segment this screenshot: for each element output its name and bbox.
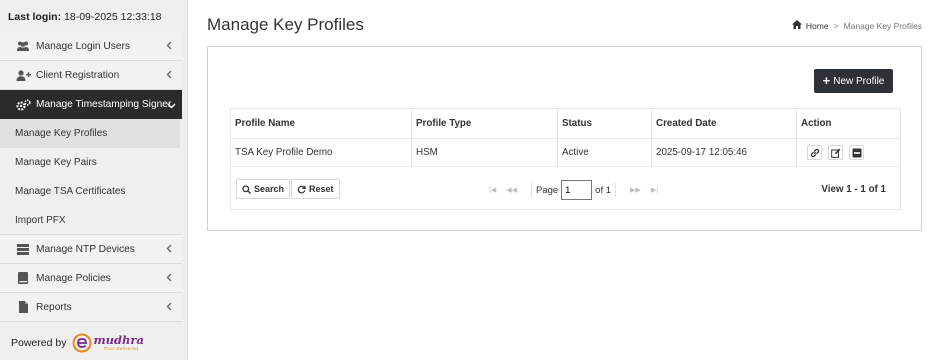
first-page-icon[interactable]: |◀ [489,186,496,194]
sidebar-subitem-manage-key-profiles[interactable]: Manage Key Profiles [0,119,180,148]
search-button[interactable]: Search [236,179,291,199]
page-title: Manage Key Profiles [207,15,364,34]
sidebar-item-client-registration[interactable]: Client Registration [0,61,182,90]
records-info: View 1 - 1 of 1 [821,184,886,195]
cell-status: Active [562,147,589,158]
sidebar-subitem-manage-tsa-certificates[interactable]: Manage TSA Certificates [0,177,182,206]
column-header-created-date[interactable]: Created Date [652,109,716,138]
refresh-icon [297,185,306,193]
last-login-value: 18-09-2025 12:33:18 [64,11,162,23]
powered-by: Powered by mudhra Trust Delivered [11,333,144,353]
new-profile-button[interactable]: + New Profile [814,69,893,93]
reset-button[interactable]: Reset [291,179,340,199]
sidebar-item-label: Manage Policies [36,272,111,284]
page-label: Page [535,184,559,196]
last-login-label: Last login: [8,11,62,23]
search-icon [242,184,251,194]
chevron-left-icon [166,70,172,82]
profiles-table: Profile Name Profile Type Status Created… [230,108,901,210]
sidebar-item-reports[interactable]: Reports [0,293,182,322]
sidebar-item-manage-login-users[interactable]: Manage Login Users [0,32,182,61]
sidebar: Last login: 18-09-2025 12:33:18 Manage L… [0,0,188,360]
sidebar-subitem-manage-key-pairs[interactable]: Manage Key Pairs [0,148,182,177]
breadcrumb-home-link[interactable]: Home [806,21,829,31]
sidebar-item-manage-ntp-devices[interactable]: Manage NTP Devices [0,235,182,264]
edit-icon[interactable] [828,145,843,160]
last-login: Last login: 18-09-2025 12:33:18 [8,11,162,23]
breadcrumb-current: Manage Key Profiles [843,20,922,31]
home-icon [791,20,802,31]
last-page-icon[interactable]: ▶| [651,186,658,194]
column-header-profile-type[interactable]: Profile Type [412,109,471,138]
powered-by-label: Powered by [11,337,67,349]
column-header-status[interactable]: Status [558,109,592,138]
chevron-left-icon [166,41,172,53]
users-icon [15,41,31,51]
reset-label: Reset [309,184,334,194]
emudhra-logo: mudhra Trust Delivered [72,333,144,353]
emudhra-e-icon [72,333,92,353]
column-header-action: Action [801,118,832,129]
sidebar-item-label: Reports [36,301,72,313]
sidebar-item-manage-timestamping-signer[interactable]: Manage Timestamping Signer [0,90,182,119]
sidebar-nav: Manage Login Users Client Registration M… [0,32,182,322]
server-icon [15,243,31,255]
book-icon [15,272,31,284]
sidebar-item-label: Manage Timestamping Signer [36,99,172,110]
cell-created-date: 2025-09-17 12:05:46 [656,147,747,158]
chevron-down-icon [167,101,176,112]
sidebar-item-label: Manage NTP Devices [36,243,135,255]
cell-profile-name: TSA Key Profile Demo [235,147,333,158]
plus-icon: + [822,73,831,88]
link-icon[interactable] [807,145,822,160]
cell-profile-type: HSM [416,147,438,158]
sidebar-item-label: Manage Login Users [36,40,131,52]
column-header-profile-name[interactable]: Profile Name [231,109,295,138]
table-footer: Search Reset |◀ ◀◀ Page of 1 ▶▶ ▶| View … [231,167,900,209]
logo-text: mudhra [93,333,144,347]
breadcrumb: Home > Manage Key Profiles [791,20,922,31]
prev-page-icon[interactable]: ◀◀ [506,186,517,194]
page-number-input[interactable] [561,180,593,200]
next-page-icon[interactable]: ▶▶ [630,186,641,194]
table-row[interactable]: TSA Key Profile Demo HSM Active 2025-09-… [231,139,900,167]
content-panel: + New Profile Profile Name Profile Type … [207,46,922,231]
sidebar-subitem-import-pfx[interactable]: Import PFX [0,206,182,235]
logo-tagline: Trust Delivered [103,346,139,351]
breadcrumb-separator: > [833,20,839,31]
pagination: |◀ ◀◀ Page of 1 ▶▶ ▶| [479,179,668,201]
disable-icon[interactable] [849,145,864,160]
sidebar-item-manage-policies[interactable]: Manage Policies [0,264,182,293]
chevron-left-icon [166,244,172,256]
cell-actions [803,139,864,166]
page-of-label: of 1 [595,184,612,196]
table-header: Profile Name Profile Type Status Created… [231,109,900,139]
cogs-icon [15,98,31,111]
chevron-left-icon [166,273,172,285]
search-label: Search [254,184,285,194]
sidebar-item-label: Client Registration [36,69,120,81]
new-profile-label: New Profile [833,75,885,87]
user-plus-icon [15,69,31,81]
file-icon [15,301,31,313]
chevron-left-icon [166,302,172,314]
